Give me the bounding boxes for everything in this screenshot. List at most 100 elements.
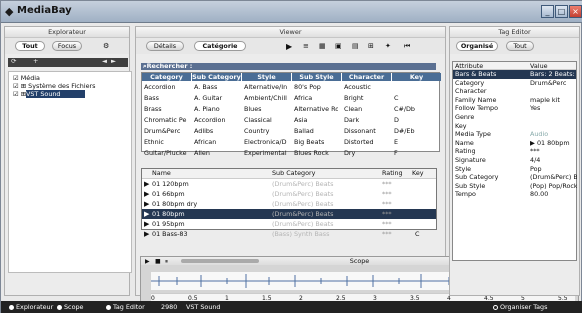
- attribute-column[interactable]: Attribute: [455, 62, 483, 70]
- character-value[interactable]: Acoustic: [344, 82, 388, 92]
- attribute-row[interactable]: Category Drum&Perc: [453, 79, 576, 88]
- key-value[interactable]: C: [394, 93, 438, 103]
- close-button[interactable]: ×: [569, 5, 582, 18]
- result-row[interactable]: ▶ 01 120bpm (Drum&Perc) Beats ***: [142, 179, 436, 189]
- tab-focus[interactable]: Focus: [52, 41, 82, 51]
- explorer-settings-icon[interactable]: ⚙: [103, 42, 109, 50]
- tree-item-vst-sound[interactable]: VST Sound: [26, 90, 85, 98]
- character-value[interactable]: Bright: [344, 93, 388, 103]
- attribute-row[interactable]: Family Name maple kit: [453, 96, 576, 105]
- character-value[interactable]: Distorted: [344, 137, 388, 147]
- key-value[interactable]: D#/Eb: [394, 126, 438, 136]
- attribute-row[interactable]: Signature 4/4: [453, 156, 576, 165]
- grid-view-icon[interactable]: ▣: [335, 42, 342, 50]
- attribute-row[interactable]: Genre: [453, 113, 576, 122]
- style-value[interactable]: Country: [244, 126, 288, 136]
- tab-organized[interactable]: Organisé: [456, 41, 498, 51]
- back-icon[interactable]: ◄: [102, 57, 107, 65]
- attribute-row[interactable]: Sub Style (Pop) Pop/Rock: [453, 182, 577, 191]
- key-value[interactable]: D: [394, 115, 438, 125]
- substyle-value[interactable]: Ballad: [294, 126, 338, 136]
- key-value[interactable]: F: [394, 148, 438, 158]
- category-value[interactable]: Accordion: [144, 82, 192, 92]
- pause-icon[interactable]: ⏸: [165, 258, 168, 266]
- header-subcategory[interactable]: Sub Category: [272, 169, 315, 177]
- tab-tout[interactable]: Tout: [15, 41, 45, 51]
- result-row[interactable]: ▶ 01 95bpm (Drum&Perc) Beats ***: [142, 219, 436, 229]
- result-row-selected[interactable]: ▶ 01 80bpm (Drum&Perc) Beats ***: [142, 209, 436, 219]
- key-value[interactable]: E: [394, 137, 438, 147]
- substyle-value[interactable]: 80's Pop: [294, 82, 338, 92]
- tree-item-media[interactable]: ☑ Média: [13, 74, 40, 82]
- minimize-button[interactable]: _: [541, 5, 554, 18]
- subcategory-value[interactable]: A. Bass: [194, 82, 238, 92]
- character-value[interactable]: Dark: [344, 115, 388, 125]
- character-value[interactable]: Dissonant: [344, 126, 388, 136]
- character-value[interactable]: Dry: [344, 148, 388, 158]
- style-value[interactable]: Ambient/Chill: [244, 93, 288, 103]
- play-icon[interactable]: ▶: [144, 210, 151, 218]
- attribute-row[interactable]: Tempo 80.00: [453, 190, 576, 199]
- key-value[interactable]: C#/Db: [394, 104, 438, 114]
- add-icon[interactable]: +: [33, 57, 38, 65]
- character-value[interactable]: Clean: [344, 104, 388, 114]
- stop-icon[interactable]: ■: [155, 258, 161, 265]
- filter-icon[interactable]: ≡: [303, 42, 309, 50]
- attribute-row[interactable]: Media Type Audio: [453, 130, 576, 139]
- status-explorer[interactable]: Explorateur: [9, 301, 53, 313]
- rating-icon[interactable]: ✦: [385, 42, 391, 50]
- play-icon[interactable]: ▶: [144, 200, 151, 208]
- column-key[interactable]: Key: [392, 73, 441, 81]
- tree-item-filesystem[interactable]: ☑ ⊞ Système des Fichiers: [13, 82, 96, 90]
- result-row[interactable]: ▶ 01 Bass-83 (Bass) Synth Bass *** C: [142, 229, 436, 238]
- attribute-row[interactable]: Style Pop: [453, 165, 576, 174]
- category-value[interactable]: Drum&Perc: [144, 126, 192, 136]
- search-bar[interactable]: ⌕Rechercher :: [141, 63, 436, 70]
- list-view-icon[interactable]: ▦: [319, 42, 326, 50]
- substyle-value[interactable]: Asia: [294, 115, 338, 125]
- subcategory-value[interactable]: Accordion: [194, 115, 238, 125]
- refresh-icon[interactable]: ⟳: [11, 57, 16, 65]
- category-value[interactable]: Guitar/Plucke: [144, 148, 192, 158]
- subcategory-value[interactable]: A. Guitar: [194, 93, 238, 103]
- header-rating[interactable]: Rating: [382, 169, 403, 177]
- attribute-row[interactable]: Key: [453, 122, 576, 131]
- play-icon[interactable]: ▶: [145, 258, 150, 265]
- attribute-row[interactable]: Sub Category(Drum&Perc) Bea: [453, 173, 577, 182]
- play-icon[interactable]: ▶: [144, 190, 151, 198]
- style-value[interactable]: Alternative/In: [244, 82, 288, 92]
- column-style[interactable]: Style: [242, 73, 291, 81]
- subcategory-value[interactable]: African: [194, 137, 238, 147]
- header-key[interactable]: Key: [412, 169, 424, 177]
- header-name[interactable]: Name: [152, 169, 171, 177]
- category-value[interactable]: Ethnic: [144, 137, 192, 147]
- subcategory-value[interactable]: Adlibs: [194, 126, 238, 136]
- play-icon[interactable]: ▶: [144, 230, 151, 238]
- attribute-row[interactable]: Character: [453, 87, 576, 96]
- substyle-value[interactable]: Big Beats: [294, 137, 338, 147]
- style-value[interactable]: Blues: [244, 104, 288, 114]
- organize-tags[interactable]: Organiser Tags: [493, 301, 547, 313]
- substyle-value[interactable]: Alternative Ro: [294, 104, 338, 114]
- category-value[interactable]: Bass: [144, 93, 192, 103]
- value-column[interactable]: Value: [530, 62, 548, 70]
- column-subcategory[interactable]: Sub Category: [192, 73, 241, 81]
- previous-icon[interactable]: ⏮: [404, 42, 410, 51]
- play-icon[interactable]: ▶: [286, 42, 292, 51]
- style-value[interactable]: Electronica/D: [244, 137, 288, 147]
- category-value[interactable]: Chromatic Pe: [144, 115, 192, 125]
- category-value[interactable]: Brass: [144, 104, 192, 114]
- style-value[interactable]: Classical: [244, 115, 288, 125]
- tab-all[interactable]: Tout: [506, 41, 534, 51]
- volume-slider[interactable]: [181, 259, 259, 263]
- result-row[interactable]: ▶ 01 80bpm dry (Drum&Perc) Beats ***: [142, 199, 436, 209]
- tab-category[interactable]: Catégorie: [194, 41, 246, 51]
- result-row[interactable]: ▶ 01 66bpm (Drum&Perc) Beats ***: [142, 189, 436, 199]
- forward-icon[interactable]: ►: [111, 57, 116, 65]
- attribute-row[interactable]: Follow Tempo Yes: [453, 104, 576, 113]
- style-value[interactable]: Experimental: [244, 148, 288, 158]
- tab-details[interactable]: Détails: [146, 41, 184, 51]
- attribute-row[interactable]: Bars & Beats Bars: 2 Beats: 0: [453, 70, 577, 79]
- attribute-row[interactable]: Rating ***: [453, 147, 576, 156]
- status-tag-editor[interactable]: Tag Editor: [106, 301, 145, 313]
